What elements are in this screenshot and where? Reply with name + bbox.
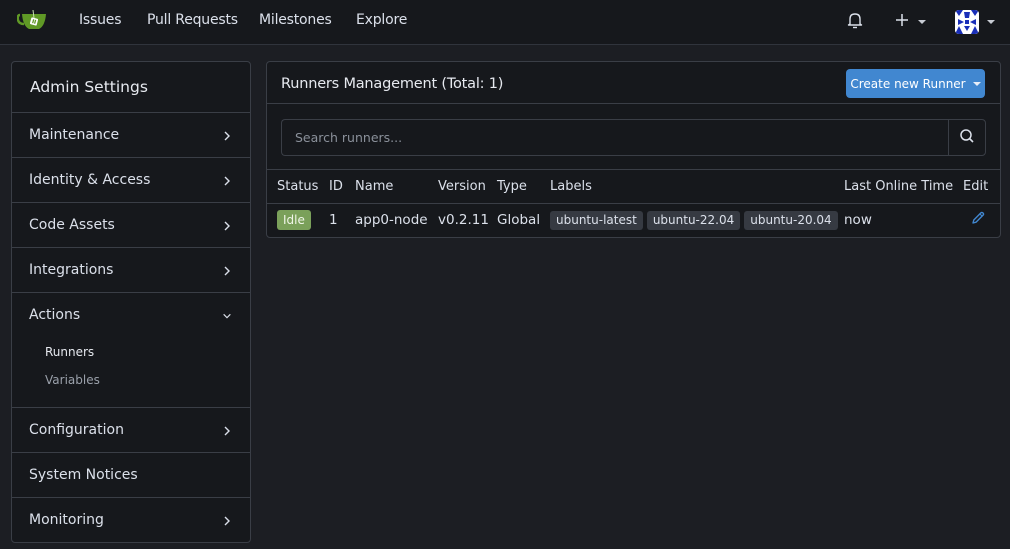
pencil-icon	[970, 212, 986, 230]
sidebar-item-label: Identity & Access	[29, 172, 151, 188]
sidebar-item-label: Configuration	[29, 422, 124, 438]
sidebar-item-actions[interactable]: Actions	[12, 293, 250, 338]
runners-table: Status ID Name Version Type Labels Last …	[267, 170, 1000, 237]
chevron-down-icon	[972, 81, 981, 86]
sidebar-item-monitoring[interactable]: Monitoring	[12, 498, 250, 543]
chevron-right-icon	[222, 498, 232, 543]
panel-header: Runners Management (Total: 1) Create new…	[267, 62, 1000, 104]
page-title: Runners Management (Total: 1)	[281, 76, 504, 92]
top-navbar: Issues Pull Requests Milestones Explore	[0, 0, 1010, 45]
admin-sidebar: Admin Settings Maintenance Identity & Ac…	[11, 61, 251, 543]
status-badge: Idle	[277, 210, 311, 231]
sidebar-item-label: Actions	[29, 307, 81, 323]
search-row	[267, 104, 1000, 170]
sidebar-item-system-notices[interactable]: System Notices	[12, 453, 250, 498]
search-button[interactable]	[948, 119, 986, 156]
chevron-down-icon	[918, 20, 926, 24]
chevron-down-icon	[987, 20, 995, 24]
edit-runner-button[interactable]	[963, 203, 1000, 237]
sidebar-subitem-runners[interactable]: Runners	[12, 338, 250, 366]
sidebar-item-label: Monitoring	[29, 512, 104, 528]
bell-icon	[846, 11, 864, 33]
column-name[interactable]: Name	[355, 170, 438, 204]
chevron-right-icon	[222, 158, 232, 203]
runner-last-online: now	[844, 212, 872, 229]
nav-issues[interactable]: Issues	[79, 0, 122, 44]
notifications-button[interactable]	[846, 0, 864, 44]
chevron-right-icon	[222, 203, 232, 248]
sidebar-subitem-variables[interactable]: Variables	[12, 366, 250, 394]
chevron-right-icon	[222, 248, 232, 293]
sidebar-item-label: Code Assets	[29, 217, 115, 233]
column-status[interactable]: Status	[267, 170, 329, 204]
nav-explore[interactable]: Explore	[356, 0, 407, 44]
column-type[interactable]: Type	[497, 170, 550, 204]
sidebar-item-identity-access[interactable]: Identity & Access	[12, 158, 250, 203]
column-version[interactable]: Version	[438, 170, 497, 204]
runner-version: v0.2.11	[438, 212, 489, 229]
label-tag: ubuntu-22.04	[646, 210, 741, 230]
column-edit: Edit	[963, 170, 1000, 204]
avatar	[955, 10, 979, 34]
sidebar-item-label: Integrations	[29, 262, 114, 278]
column-id[interactable]: ID	[329, 170, 355, 204]
sidebar-item-configuration[interactable]: Configuration	[12, 408, 250, 453]
create-menu-button[interactable]	[894, 0, 926, 44]
chevron-down-icon	[222, 293, 232, 338]
runners-panel: Runners Management (Total: 1) Create new…	[266, 61, 1001, 238]
runner-name: app0-node	[355, 212, 428, 229]
nav-pull-requests[interactable]: Pull Requests	[147, 0, 238, 44]
search-input[interactable]	[281, 119, 949, 156]
sidebar-item-code-assets[interactable]: Code Assets	[12, 203, 250, 248]
chevron-right-icon	[222, 408, 232, 453]
create-runner-button[interactable]: Create new Runner	[846, 69, 985, 98]
plus-icon	[894, 12, 910, 32]
sidebar-item-label: Maintenance	[29, 127, 120, 143]
sidebar-item-label: System Notices	[29, 467, 138, 483]
create-runner-label: Create new Runner	[850, 76, 966, 91]
sidebar-group-actions: Actions Runners Variables	[12, 293, 250, 408]
sidebar-title: Admin Settings	[12, 62, 250, 113]
table-header-row: Status ID Name Version Type Labels Last …	[267, 170, 1000, 204]
sidebar-item-integrations[interactable]: Integrations	[12, 248, 250, 293]
nav-milestones[interactable]: Milestones	[259, 0, 332, 44]
gitea-logo-icon[interactable]	[16, 9, 49, 32]
sidebar-item-maintenance[interactable]: Maintenance	[12, 113, 250, 158]
table-row: Idle 1 app0-node v0.2.11 Global ubuntu-l…	[267, 203, 1000, 237]
runner-labels: ubuntu-latest ubuntu-22.04 ubuntu-20.04	[550, 203, 844, 237]
search-icon	[959, 128, 975, 148]
runner-type: Global	[497, 212, 541, 229]
column-labels: Labels	[550, 170, 844, 204]
label-tag: ubuntu-latest	[550, 210, 643, 230]
chevron-right-icon	[222, 113, 232, 158]
label-tag: ubuntu-20.04	[744, 210, 838, 230]
runner-id: 1	[329, 212, 338, 229]
column-last-online[interactable]: Last Online Time	[844, 170, 963, 204]
user-menu-button[interactable]	[955, 0, 995, 44]
